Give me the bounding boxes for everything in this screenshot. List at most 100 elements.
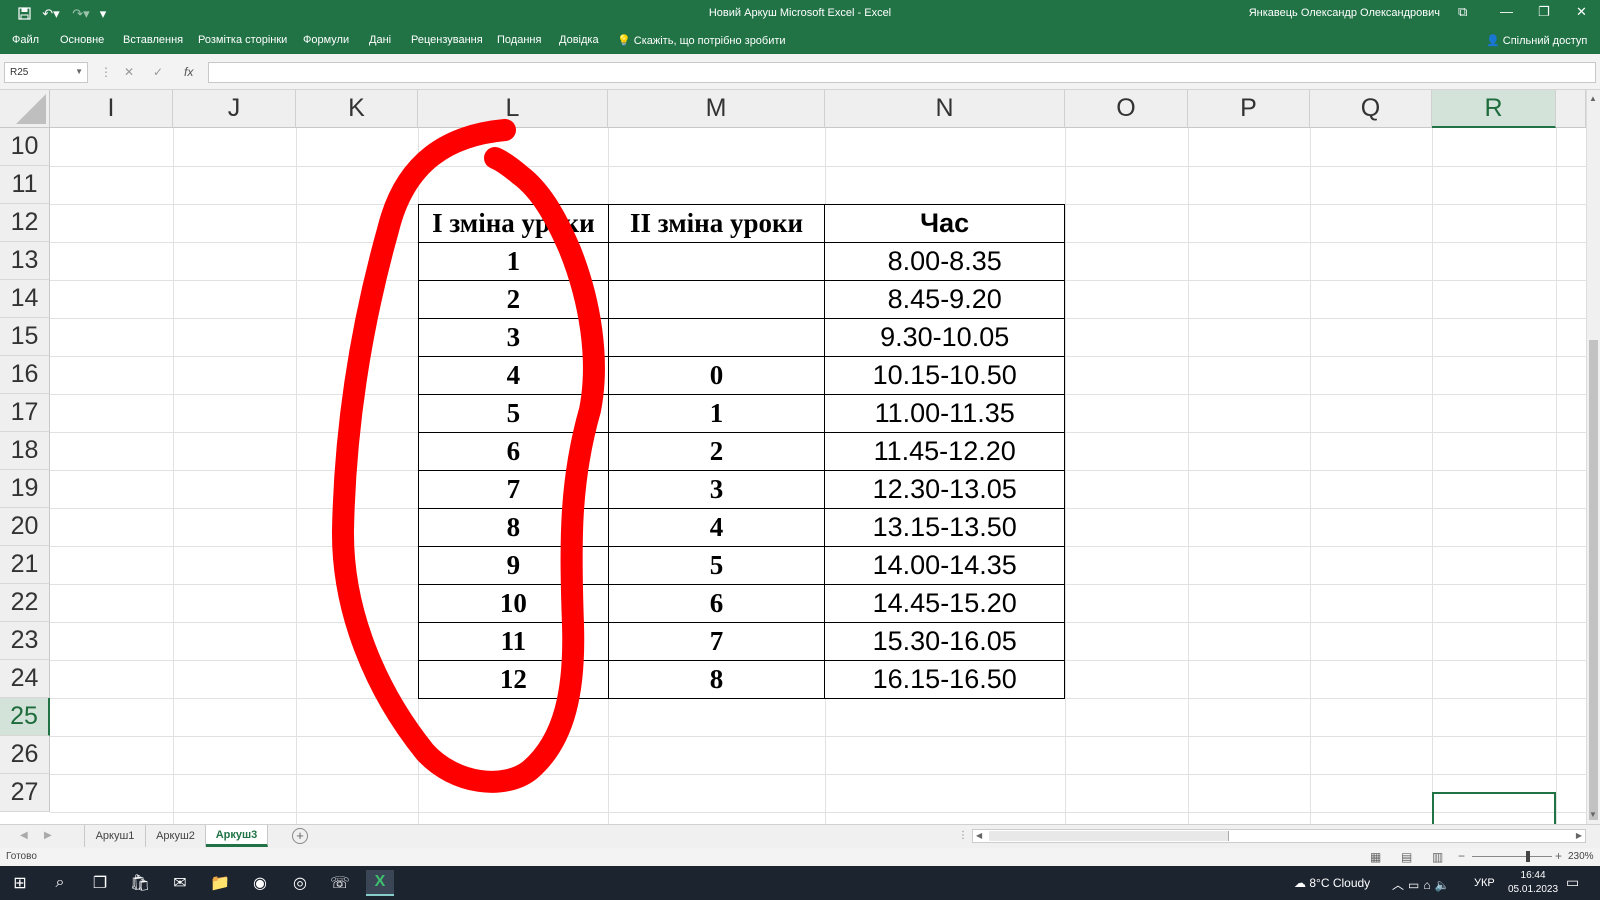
formula-input[interactable] xyxy=(208,62,1596,83)
chevron-up-icon[interactable]: ︿ xyxy=(1392,878,1408,892)
tab-page-layout[interactable]: Розмітка сторінки xyxy=(198,34,287,46)
row-header-15[interactable]: 15 xyxy=(0,318,50,356)
vertical-scrollbar[interactable]: ▲ ▼ xyxy=(1586,90,1600,824)
input-language[interactable]: УКР xyxy=(1474,877,1495,889)
row-header-22[interactable]: 22 xyxy=(0,584,50,622)
column-header-p[interactable]: P xyxy=(1188,90,1310,128)
row-header-21[interactable]: 21 xyxy=(0,546,50,584)
header-shift-1[interactable]: І зміна уроки xyxy=(418,204,609,243)
cell-shift-1[interactable]: 4 xyxy=(418,356,609,395)
column-header-o[interactable]: O xyxy=(1065,90,1188,128)
next-sheet-icon[interactable]: ▶ xyxy=(44,830,52,841)
cell-shift-1[interactable]: 12 xyxy=(418,660,609,699)
tab-data[interactable]: Дані xyxy=(369,34,391,46)
cell-shift-1[interactable]: 5 xyxy=(418,394,609,433)
enter-icon[interactable]: ✓ xyxy=(153,65,163,79)
mail-icon[interactable]: ✉ xyxy=(166,870,194,896)
column-header-j[interactable]: J xyxy=(173,90,296,128)
cell-shift-2[interactable]: 7 xyxy=(607,622,826,661)
viber-icon[interactable]: ☏ xyxy=(326,870,354,896)
row-header-24[interactable]: 24 xyxy=(0,660,50,698)
zoom-level[interactable]: 230% xyxy=(1568,851,1594,862)
excel-icon[interactable]: X xyxy=(366,870,394,896)
cell-shift-1[interactable]: 9 xyxy=(418,546,609,585)
cell-shift-2[interactable]: 3 xyxy=(607,470,826,509)
cell-time[interactable]: 12.30-13.05 xyxy=(824,470,1065,509)
volume-icon[interactable]: 🔈 xyxy=(1435,878,1454,892)
tab-home[interactable]: Основне xyxy=(60,34,104,46)
cell-shift-2[interactable]: 8 xyxy=(607,660,826,699)
insert-function-icon[interactable]: fx xyxy=(184,65,193,79)
cell-time[interactable]: 10.15-10.50 xyxy=(824,356,1065,395)
prev-sheet-icon[interactable]: ◀ xyxy=(20,830,28,841)
tab-view[interactable]: Подання xyxy=(497,34,541,46)
cell-shift-1[interactable]: 7 xyxy=(418,470,609,509)
active-cell-r25[interactable] xyxy=(1432,792,1556,824)
chrome-icon[interactable]: ◎ xyxy=(286,870,314,896)
cell-time[interactable]: 8.45-9.20 xyxy=(824,280,1065,319)
tab-insert[interactable]: Вставлення xyxy=(123,34,183,46)
scroll-up-icon[interactable]: ▲ xyxy=(1589,94,1597,103)
tab-formulas[interactable]: Формули xyxy=(303,34,349,46)
name-box[interactable]: R25 ▼ xyxy=(4,62,88,83)
column-header-m[interactable]: M xyxy=(608,90,825,128)
cell-shift-2[interactable] xyxy=(607,318,826,357)
scroll-left-icon[interactable]: ◀ xyxy=(976,831,982,840)
cell-shift-2[interactable] xyxy=(607,280,826,319)
column-header-r[interactable]: R xyxy=(1432,90,1556,128)
row-header-12[interactable]: 12 xyxy=(0,204,50,242)
column-header-n[interactable]: N xyxy=(825,90,1065,128)
cancel-icon[interactable]: ✕ xyxy=(124,65,134,79)
row-header-16[interactable]: 16 xyxy=(0,356,50,394)
sheet-tab-1[interactable]: Аркуш1 xyxy=(84,825,146,847)
cell-time[interactable]: 13.15-13.50 xyxy=(824,508,1065,547)
cell-time[interactable]: 15.30-16.05 xyxy=(824,622,1065,661)
cell-shift-1[interactable]: 11 xyxy=(418,622,609,661)
cell-shift-1[interactable]: 6 xyxy=(418,432,609,471)
cell-time[interactable]: 14.00-14.35 xyxy=(824,546,1065,585)
network-icon[interactable]: ▭ xyxy=(1408,878,1423,892)
row-header-19[interactable]: 19 xyxy=(0,470,50,508)
column-header-i[interactable]: I xyxy=(50,90,173,128)
tab-file[interactable]: Файл xyxy=(12,34,39,46)
restore-icon[interactable]: ❐ xyxy=(1538,4,1550,20)
windows-start-icon[interactable]: ⊞ xyxy=(6,870,34,896)
zoom-slider-knob[interactable] xyxy=(1526,851,1530,862)
cell-shift-2[interactable]: 1 xyxy=(607,394,826,433)
row-header-14[interactable]: 14 xyxy=(0,280,50,318)
cell-shift-2[interactable]: 5 xyxy=(607,546,826,585)
chevron-down-icon[interactable]: ▼ xyxy=(75,67,83,76)
header-time[interactable]: Час xyxy=(824,204,1065,243)
column-header-l[interactable]: L xyxy=(418,90,608,128)
cell-time[interactable]: 11.45-12.20 xyxy=(824,432,1065,471)
user-name[interactable]: Янкавець Олександр Олександрович xyxy=(1249,7,1440,19)
vertical-scroll-thumb[interactable] xyxy=(1589,340,1598,820)
row-header-26[interactable]: 26 xyxy=(0,736,50,774)
store-icon[interactable]: 🛍 xyxy=(126,870,154,896)
file-explorer-icon[interactable]: 📁 xyxy=(206,870,234,896)
row-header-13[interactable]: 13 xyxy=(0,242,50,280)
row-header-11[interactable]: 11 xyxy=(0,166,50,204)
cell-shift-1[interactable]: 2 xyxy=(418,280,609,319)
tell-me-box[interactable]: 💡 Скажіть, що потрібно зробити xyxy=(617,34,786,47)
cell-shift-1[interactable]: 3 xyxy=(418,318,609,357)
cell-time[interactable]: 8.00-8.35 xyxy=(824,242,1065,281)
row-header-18[interactable]: 18 xyxy=(0,432,50,470)
zoom-slider[interactable] xyxy=(1472,856,1552,857)
system-tray-icons[interactable]: ︿▭⌂🔈 xyxy=(1392,876,1454,893)
close-icon[interactable]: ✕ xyxy=(1576,4,1587,20)
sheet-tab-2[interactable]: Аркуш2 xyxy=(146,825,206,847)
zoom-out-icon[interactable]: − xyxy=(1458,849,1465,863)
tab-help[interactable]: Довідка xyxy=(559,34,599,46)
share-button[interactable]: 👤 Спільний доступ xyxy=(1486,34,1587,47)
horizontal-scroll-track[interactable] xyxy=(989,831,1229,841)
cell-shift-1[interactable]: 10 xyxy=(418,584,609,623)
row-header-10[interactable]: 10 xyxy=(0,128,50,166)
select-all-button[interactable] xyxy=(0,90,50,128)
cell-time[interactable]: 16.15-16.50 xyxy=(824,660,1065,699)
tab-review[interactable]: Рецензування xyxy=(411,34,483,46)
cell-time[interactable]: 11.00-11.35 xyxy=(824,394,1065,433)
sheet-tab-3[interactable]: Аркуш3 xyxy=(206,825,268,847)
cell-shift-1[interactable]: 1 xyxy=(418,242,609,281)
page-break-view-icon[interactable]: ▥ xyxy=(1432,850,1443,864)
